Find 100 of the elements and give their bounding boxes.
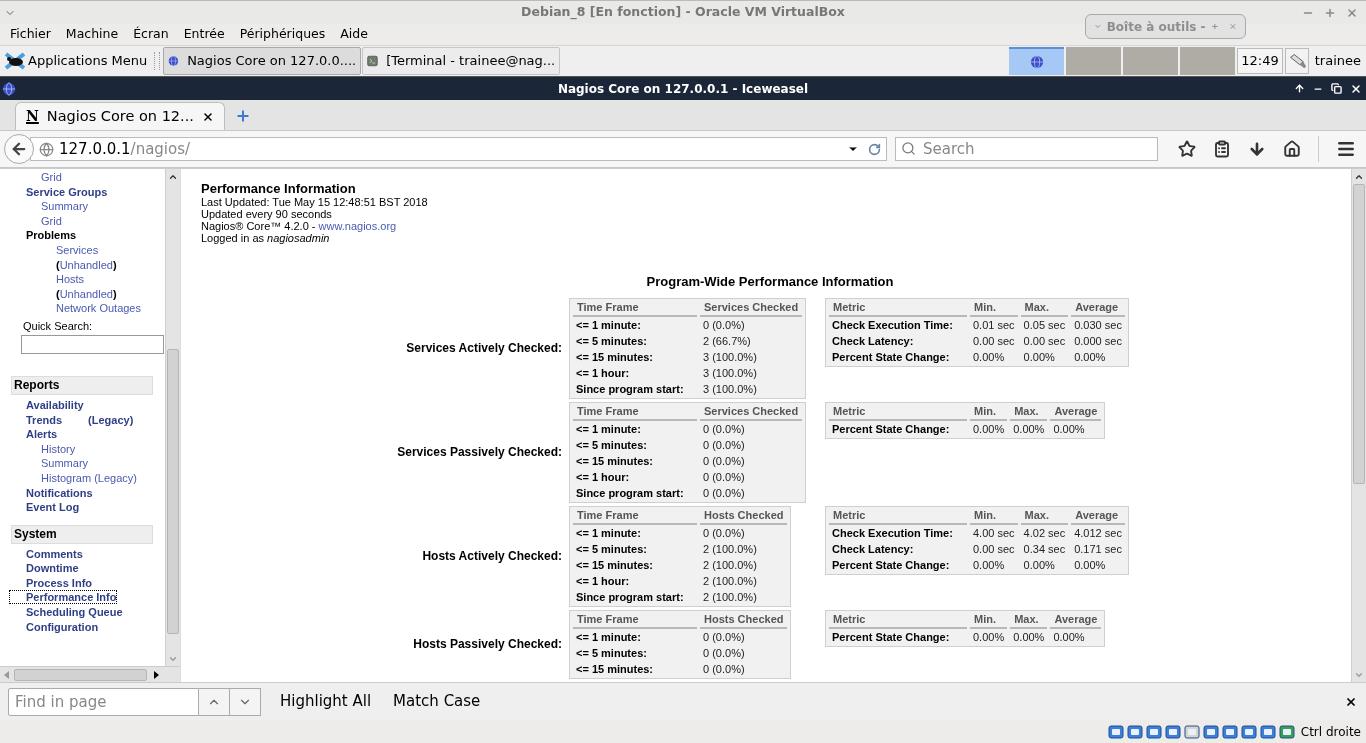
page-title: Performance Information [201,181,357,196]
nav-link[interactable]: Scheduling Queue [26,606,123,619]
taskbar-button[interactable]: [Terminal - trainee@nag... [362,47,561,75]
nav-link[interactable]: Summary [41,457,89,470]
nav-link[interactable]: Notifications [26,486,93,499]
nav-link[interactable]: Availability [26,398,84,411]
browser-title: Nagios Core on 127.0.0.1 - Iceweasel [557,80,809,98]
taskbar-button[interactable]: Nagios Core on 127.0.0.... [163,47,362,75]
applications-menu-button[interactable]: Applications Menu [0,46,152,76]
table-cell-text: 0.00 sec [972,333,1016,349]
table-cell-text: 0 (0.0%) [702,437,746,453]
menu-item[interactable]: Écran [133,25,169,44]
column-header: Hosts Checked [700,506,788,525]
table-cell-text: Percent State Change: [831,349,951,365]
menu-item[interactable]: Entrée [183,25,225,44]
table-cell-text: Check Latency: [831,333,915,349]
find-option-button[interactable]: Match Case [390,690,484,713]
nav-link[interactable]: Service Groups [26,185,108,198]
table-cell-text: 0 (0.0%) [702,421,746,437]
nav-link[interactable]: Trends [26,413,63,426]
section-label: Services Actively Checked: [406,341,562,356]
table-cell-text: 0.00 sec [972,541,1016,557]
column-header: Metric [829,402,967,421]
nav-link[interactable]: Comments [26,547,83,560]
column-header: Time Frame [573,506,697,525]
table-cell-text: Since program start: [575,381,685,397]
browser-tab[interactable]: N Nagios Core on 12... [15,102,225,130]
user-name[interactable]: trainee [1314,51,1361,71]
table-cell-text: 0.00% [1052,629,1086,645]
table-cell-text: Check Latency: [831,541,915,557]
find-field[interactable]: Find in page [8,687,199,716]
url-field[interactable]: 127.0.0.1/nagios/ [30,137,887,161]
column-header: Min. [970,298,1018,317]
table-cell-text: 2 (100.0%) [702,541,758,557]
table-cell-text: 0.00 sec [1022,333,1067,349]
table-cell-text: <= 1 minute: [575,525,642,541]
nav-link[interactable]: (Legacy) [88,413,134,426]
table-cell-text: Percent State Change: [831,629,951,645]
url-text: 127.0.0.1/nagios/ [59,138,191,160]
search-field[interactable]: Search [895,137,1158,161]
quick-search-label: Quick Search: [23,318,94,333]
table-cell-text: 0 (0.0%) [702,469,746,485]
table-cell-text: 0.000 sec [1073,333,1123,349]
column-header: Hosts Checked [700,610,788,629]
column-header: Average [1050,402,1102,421]
table-cell-text: 0.05 sec [1022,317,1067,333]
version-text: Nagios® Core™ 4.2.0 - [201,220,317,232]
table-cell-text: 0 (0.0%) [702,525,746,541]
column-header: Services Checked [700,298,803,317]
find-option-button[interactable]: Highlight All [277,690,375,713]
clock[interactable]: 12:49 [1237,48,1283,74]
table-cell-text: 0.00% [972,349,1006,365]
unhandled-link[interactable]: (Unhandled) [56,258,117,271]
nav-link[interactable]: Process Info [26,576,93,589]
menu-item[interactable]: Machine [65,25,119,44]
nav-link[interactable]: Grid [41,214,62,227]
nav-link[interactable]: Hosts [56,273,85,286]
window-title: Debian_8 [En fonction] - Oracle VM VirtualBox [521,3,845,22]
menu-item[interactable]: Fichier [10,25,51,44]
column-header: Time Frame [573,402,697,421]
table-cell-text: 0.00% [1073,349,1107,365]
table-cell-text: 2 (66.7%) [702,333,752,349]
table-cell-text: 0.01 sec [972,317,1016,333]
nav-link[interactable]: Alerts [26,428,58,441]
nav-link[interactable]: Services [56,243,99,256]
column-header: Min. [970,506,1018,525]
column-header: Average [1071,298,1125,317]
table-cell-text: Percent State Change: [831,557,951,573]
table-cell-text: 2 (100.0%) [702,557,758,573]
nav-link[interactable]: Grid [41,171,62,183]
nav-link[interactable]: Downtime [26,562,79,575]
nav-link[interactable]: History [41,442,76,455]
menu-item[interactable]: Aide [340,25,368,44]
table-cell-text: 4.012 sec [1073,525,1123,541]
nav-link[interactable]: Network Outages [56,302,141,315]
column-header: Metric [829,610,967,629]
column-header: Min. [970,402,1008,421]
table-cell-text: 3 (100.0%) [702,365,758,381]
nav-link[interactable]: Histogram (Legacy) [41,471,137,484]
nav-link[interactable]: Event Log [26,501,80,514]
menu-item[interactable]: Périphériques [239,25,326,44]
table-cell-text: 0.171 sec [1073,541,1123,557]
nav-link[interactable]: Configuration [26,620,99,633]
section-header: System [11,524,153,544]
nav-link[interactable]: Performance Info [10,591,117,604]
table-cell-text: Check Execution Time: [831,525,954,541]
nagios-link[interactable]: www.nagios.org [318,220,397,232]
table-cell-text: 0.00% [1073,557,1107,573]
column-header: Services Checked [700,402,803,421]
table-cell-text: <= 15 minutes: [575,349,655,365]
table-cell-text: 0.030 sec [1073,317,1123,333]
unhandled-link[interactable]: (Unhandled) [56,287,117,300]
column-header: Time Frame [573,610,697,629]
site-logo: N [26,107,39,126]
table-cell-text: 0.00% [1052,421,1086,437]
column-header: Average [1050,610,1102,629]
nav-link[interactable]: Summary [41,200,89,213]
column-header: Max. [1010,610,1048,629]
column-header: Time Frame [573,298,697,317]
column-header: Metric [829,298,967,317]
